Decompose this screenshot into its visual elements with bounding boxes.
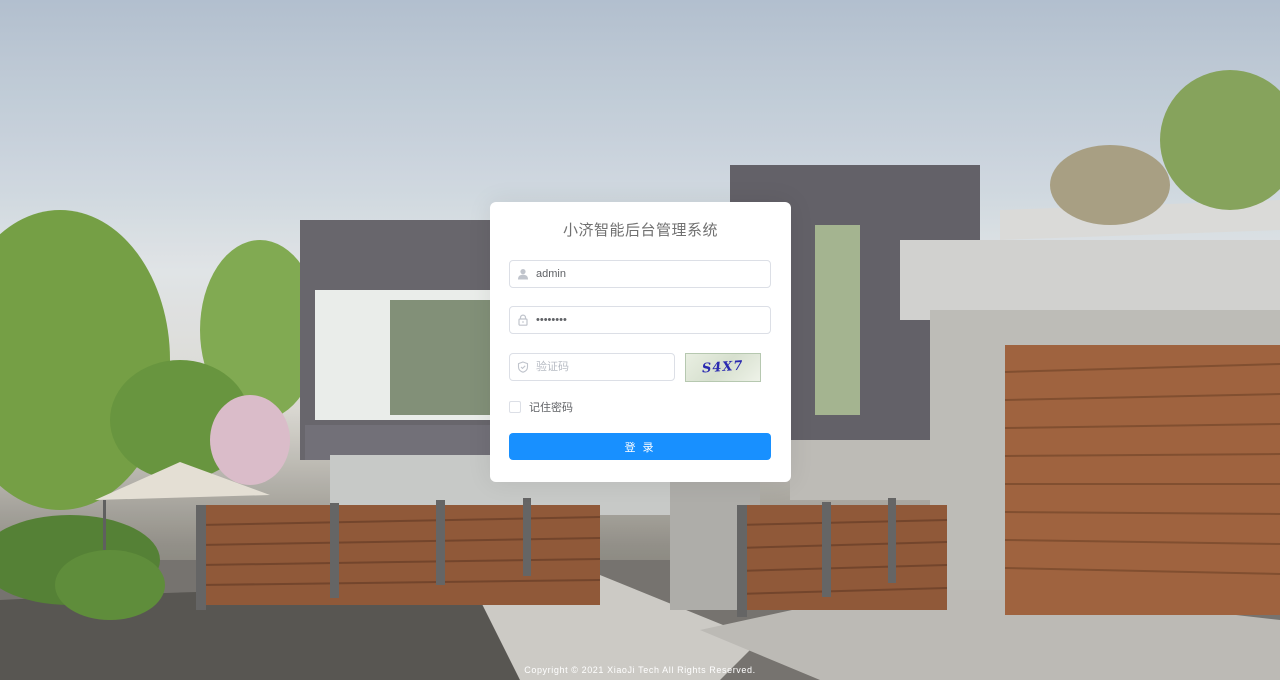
- login-title: 小济智能后台管理系统: [562, 222, 718, 239]
- user-icon: [510, 261, 536, 287]
- remember-password-label: 记住密码: [529, 402, 573, 414]
- login-button[interactable]: 登 录: [509, 433, 771, 460]
- username-field[interactable]: [509, 260, 771, 288]
- username-input[interactable]: [536, 262, 770, 286]
- remember-password-checkbox[interactable]: 记住密码: [509, 399, 573, 415]
- password-field[interactable]: [509, 306, 771, 334]
- login-page: 小济智能后台管理系统 admin •••••••• 验证码 S4X7 记住密码 …: [0, 0, 1280, 680]
- captcha-text: S4X7: [701, 358, 745, 377]
- lock-icon: [510, 307, 536, 333]
- captcha-field[interactable]: [509, 353, 682, 381]
- login-card: 小济智能后台管理系统 admin •••••••• 验证码 S4X7 记住密码 …: [490, 202, 791, 482]
- copyright-footer: Copyright © 2021 XiaoJi Tech All Rights …: [524, 665, 756, 675]
- captcha-input[interactable]: [536, 355, 682, 379]
- password-input[interactable]: [536, 308, 770, 332]
- shield-icon: [510, 354, 536, 380]
- checkbox-box[interactable]: [509, 401, 521, 413]
- captcha-image[interactable]: S4X7: [685, 353, 761, 382]
